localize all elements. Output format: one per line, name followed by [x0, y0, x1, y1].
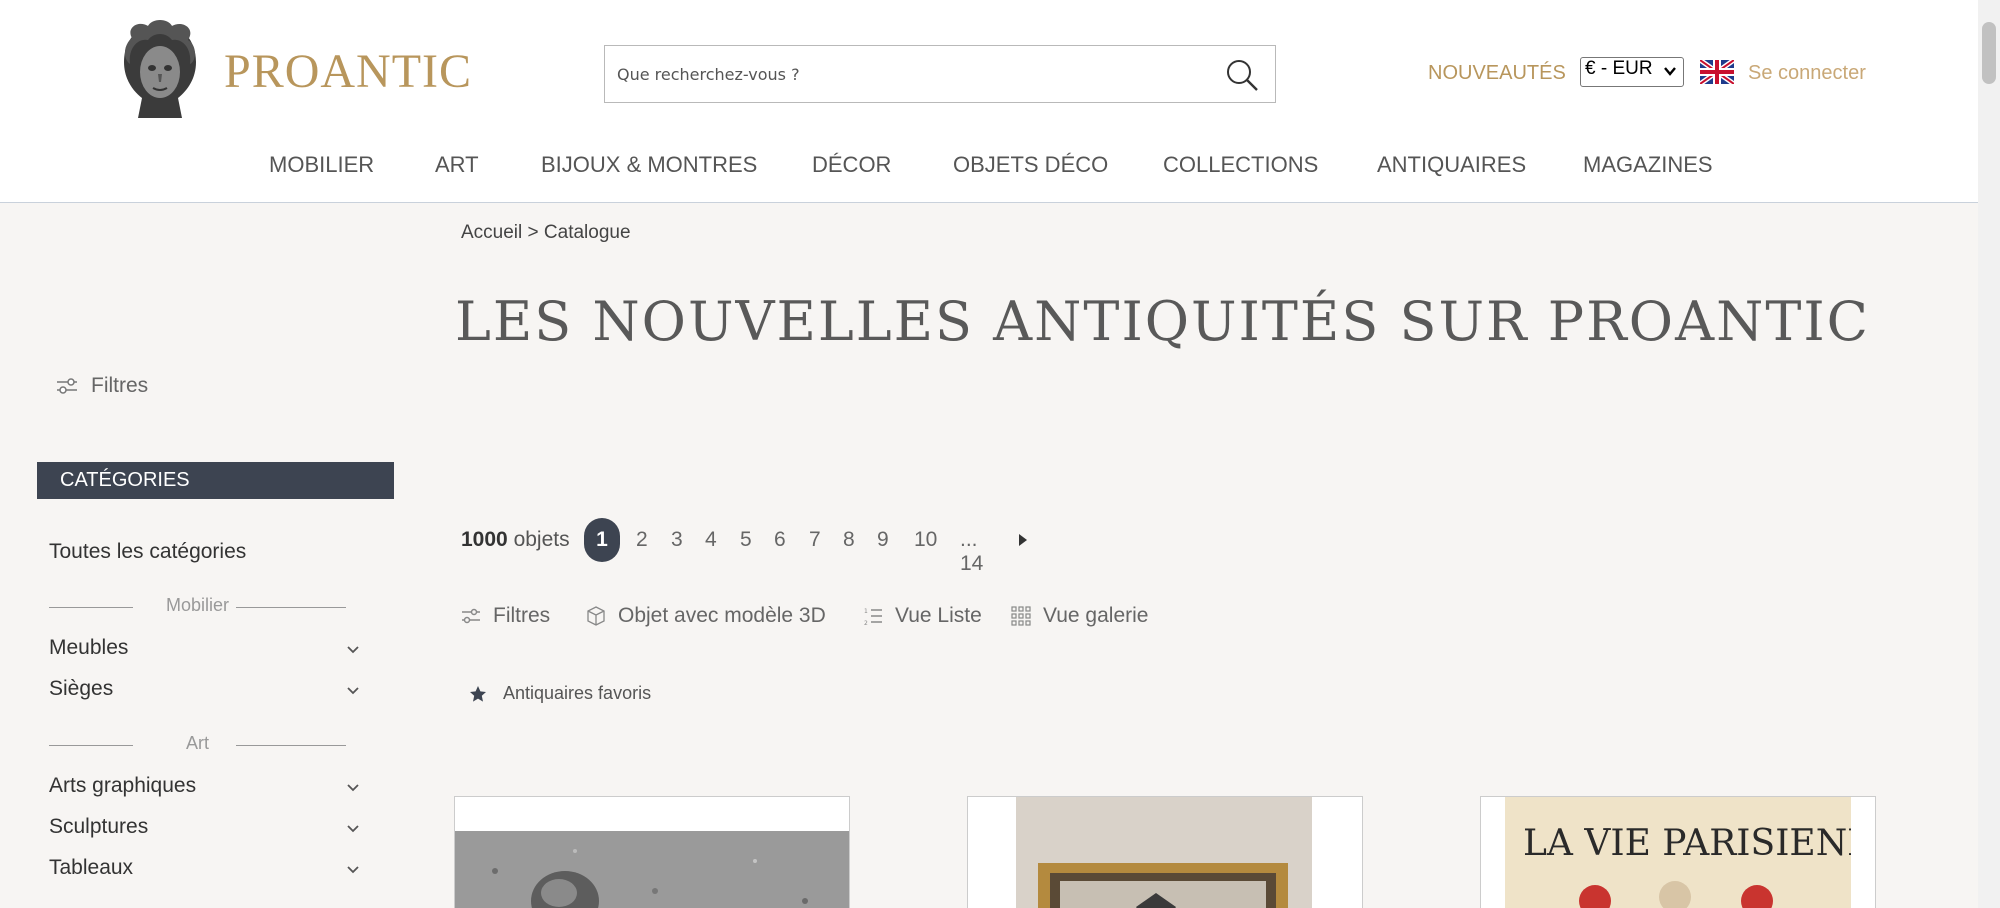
category-label: Arts graphiques — [49, 774, 197, 797]
chevron-down-icon[interactable] — [345, 782, 361, 794]
toolbar-gallery-view-label: Vue galerie — [1043, 604, 1149, 627]
category-item-sculptures[interactable]: Sculptures — [49, 815, 361, 845]
uk-flag-icon[interactable] — [1700, 60, 1734, 84]
favorite-dealers-link[interactable]: Antiquaires favoris — [469, 683, 651, 704]
category-label: Meubles — [49, 636, 129, 659]
nav-item-decor[interactable]: DÉCOR — [812, 152, 891, 178]
page-link-1[interactable]: 1 — [584, 518, 620, 562]
category-group-mobilier: Mobilier — [49, 594, 346, 620]
numbered-list-icon: 1 2 — [864, 608, 882, 626]
page-link-14[interactable]: ... 14 — [960, 528, 983, 576]
product-image[interactable] — [1016, 797, 1312, 908]
filter-sliders-icon — [462, 608, 480, 624]
category-item-arts-graphiques[interactable]: Arts graphiques — [49, 774, 361, 804]
nav-item-objets-deco[interactable]: OBJETS DÉCO — [953, 152, 1108, 178]
page-link-7[interactable]: 7 — [809, 528, 821, 552]
page-scrollbar[interactable] — [1978, 0, 2000, 908]
page-link-5[interactable]: 5 — [740, 528, 752, 552]
main-nav: MOBILIER ART BIJOUX & MONTRES DÉCOR OBJE… — [0, 140, 1978, 190]
nav-item-antiquaires[interactable]: ANTIQUAIRES — [1377, 152, 1526, 178]
nav-item-magazines[interactable]: MAGAZINES — [1583, 152, 1713, 178]
category-item-sieges[interactable]: Sièges — [49, 677, 361, 707]
scrollbar-thumb[interactable] — [1982, 22, 1996, 84]
toolbar-filters[interactable]: Filtres — [461, 604, 550, 628]
toolbar-filters-label: Filtres — [493, 604, 551, 627]
page-link-10[interactable]: 10 — [914, 528, 937, 552]
poster-title: LA VIE PARISIENNE — [1523, 823, 1851, 864]
results-count-number: 1000 — [461, 528, 508, 551]
filters-label: Filtres — [91, 374, 149, 397]
category-label: Sculptures — [49, 815, 149, 838]
logo-text[interactable]: PROANTIC — [224, 44, 472, 99]
search-input[interactable] — [605, 46, 1205, 102]
page-link-3[interactable]: 3 — [671, 528, 683, 552]
all-categories-link[interactable]: Toutes les catégories — [49, 540, 246, 564]
currency-select[interactable]: € - EUR — [1580, 57, 1684, 87]
chevron-down-icon[interactable] — [345, 644, 361, 656]
category-label: Tableaux — [49, 856, 134, 879]
site-header: PROANTIC NOUVEAUTÉS € - EUR Se connecter… — [0, 0, 1978, 203]
results-count-suffix: objets — [513, 528, 570, 551]
filter-sliders-icon — [57, 378, 77, 394]
nav-item-collections[interactable]: COLLECTIONS — [1163, 152, 1318, 178]
search-icon[interactable] — [1225, 58, 1259, 92]
category-item-tableaux[interactable]: Tableaux — [49, 856, 361, 886]
page-link-6[interactable]: 6 — [774, 528, 786, 552]
page-link-4[interactable]: 4 — [705, 528, 717, 552]
toolbar-3d-model-label: Objet avec modèle 3D — [618, 604, 826, 627]
toolbar-gallery-view[interactable]: Vue galerie — [1011, 604, 1148, 628]
page-title: LES NOUVELLES ANTIQUITÉS SUR PROANTIC — [455, 290, 1870, 353]
product-image[interactable] — [455, 831, 850, 908]
login-link[interactable]: Se connecter — [1748, 62, 1866, 85]
product-card[interactable] — [454, 796, 850, 908]
currency-value: € - EUR — [1585, 58, 1653, 79]
grid-icon — [1011, 606, 1031, 626]
next-page-icon[interactable] — [1018, 533, 1028, 547]
chevron-down-icon[interactable] — [345, 823, 361, 835]
product-card[interactable]: LA VIE PARISIENNE — [1480, 796, 1876, 908]
svg-text:1: 1 — [864, 608, 868, 615]
nav-item-art[interactable]: ART — [435, 152, 479, 178]
page-link-2[interactable]: 2 — [636, 528, 648, 552]
nav-item-mobilier[interactable]: MOBILIER — [269, 152, 374, 178]
toolbar-list-view-label: Vue Liste — [895, 604, 982, 627]
filters-toggle[interactable]: Filtres — [55, 374, 148, 398]
product-image[interactable]: LA VIE PARISIENNE — [1505, 797, 1851, 908]
svg-text:2: 2 — [864, 620, 868, 626]
search-box — [604, 45, 1276, 103]
category-group-label: Mobilier — [165, 595, 230, 615]
category-group-art: Art — [49, 732, 346, 758]
results-count: 1000 objets — [461, 528, 570, 552]
chevron-down-icon[interactable] — [345, 685, 361, 697]
page-link-9[interactable]: 9 — [877, 528, 889, 552]
toolbar-list-view[interactable]: 1 2 Vue Liste — [863, 604, 982, 628]
chevron-down-icon — [1664, 67, 1676, 76]
page-link-8[interactable]: 8 — [843, 528, 855, 552]
category-item-meubles[interactable]: Meubles — [49, 636, 361, 666]
category-label: Sièges — [49, 677, 114, 700]
breadcrumb[interactable]: Accueil > Catalogue — [461, 222, 631, 244]
product-card[interactable] — [967, 796, 1363, 908]
nouveautes-link[interactable]: NOUVEAUTÉS — [1428, 62, 1566, 85]
category-group-label: Art — [185, 733, 209, 753]
categories-header: CATÉGORIES — [37, 462, 394, 499]
logo-bust-icon[interactable] — [112, 18, 208, 122]
nav-item-bijoux-montres[interactable]: BIJOUX & MONTRES — [541, 152, 757, 178]
favorite-dealers-label: Antiquaires favoris — [503, 683, 652, 703]
toolbar-3d-model[interactable]: Objet avec modèle 3D — [586, 604, 826, 628]
star-icon — [470, 685, 486, 702]
cube-3d-icon — [587, 606, 605, 626]
chevron-down-icon[interactable] — [345, 864, 361, 876]
